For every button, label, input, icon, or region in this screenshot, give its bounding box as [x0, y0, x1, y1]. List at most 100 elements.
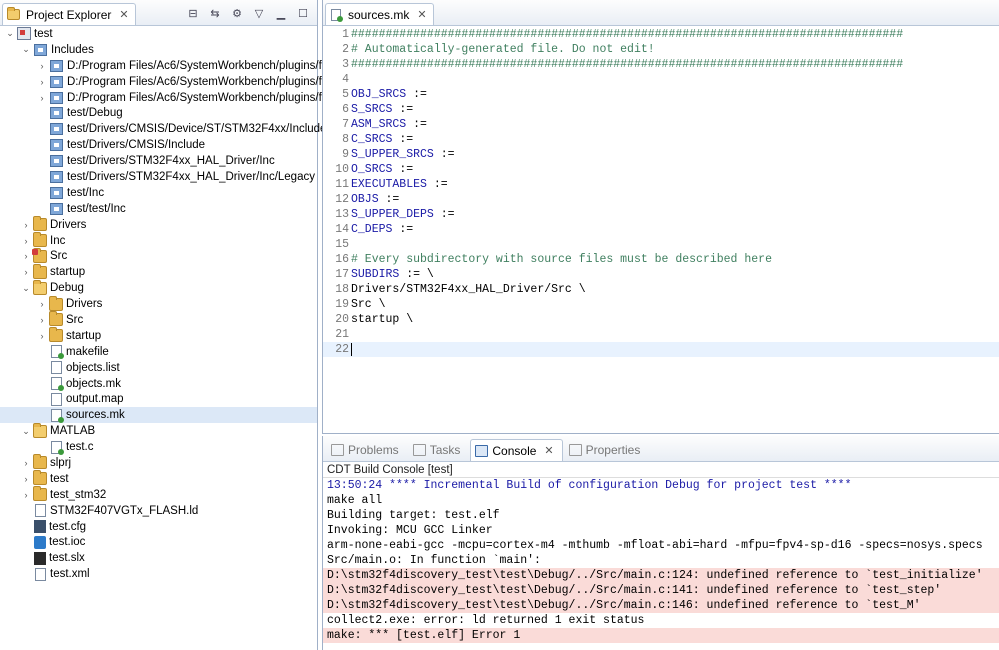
tree-item[interactable]: ⌄ Includes [0, 42, 317, 58]
include-dir-icon [50, 155, 63, 168]
code-line[interactable]: 5 OBJ_SRCS := [323, 87, 999, 102]
expanded-chevron-icon[interactable]: ⌄ [20, 44, 32, 56]
code-text: := [406, 88, 427, 101]
tree-item[interactable]: test/Inc [0, 185, 317, 201]
tree-item[interactable]: › D:/Program Files/Ac6/SystemWorkbench/pl… [0, 58, 326, 74]
expanded-chevron-icon[interactable]: ⌄ [20, 282, 32, 294]
code-line[interactable]: 22 [323, 342, 999, 357]
view-menu-icon[interactable]: ▽ [251, 5, 267, 21]
code-line[interactable]: 16 # Every subdirectory with source files… [323, 252, 999, 267]
minimize-icon[interactable]: ▁ [273, 5, 289, 21]
code-line[interactable]: 2 # Automatically-generated file. Do not … [323, 42, 999, 57]
tab-properties[interactable]: Properties [565, 439, 649, 461]
code-line[interactable]: 10 O_SRCS := [323, 162, 999, 177]
collapsed-chevron-icon[interactable]: › [20, 473, 32, 485]
tree-item[interactable]: test.c [0, 439, 317, 455]
tree-item[interactable]: test/Debug [0, 105, 317, 121]
collapsed-chevron-icon[interactable]: › [36, 330, 48, 342]
tree-item[interactable]: test.cfg [0, 519, 317, 535]
maximize-icon[interactable]: ☐ [295, 5, 311, 21]
code-editor[interactable]: 1 #######################################… [323, 27, 999, 433]
collapsed-chevron-icon[interactable]: › [20, 266, 32, 278]
tree-item[interactable]: › Drivers [0, 216, 317, 233]
code-line[interactable]: 21 [323, 327, 999, 342]
code-line[interactable]: 20 startup \ [323, 312, 999, 327]
collapsed-chevron-icon[interactable]: › [20, 457, 32, 469]
collapsed-chevron-icon[interactable]: › [20, 219, 32, 231]
close-icon[interactable]: ✕ [544, 444, 553, 457]
tree-item[interactable]: sources.mk [0, 407, 317, 424]
tree-item[interactable]: makefile [0, 344, 317, 360]
tree-item[interactable]: › D:/Program Files/Ac6/SystemWorkbench/pl… [0, 90, 326, 106]
tree-item[interactable]: output.map [0, 391, 317, 407]
project-explorer-tab[interactable]: Project Explorer ✕ [2, 3, 136, 25]
collapsed-chevron-icon[interactable]: › [36, 76, 48, 88]
collapsed-chevron-icon[interactable]: › [36, 298, 48, 310]
tree-item[interactable]: objects.mk [0, 376, 317, 392]
project-explorer-toolbar: ⊟ ⇆ ⚙ ▽ ▁ ☐ [185, 5, 311, 21]
code-line[interactable]: 12 OBJS := [323, 192, 999, 207]
editor-tab-sources-mk[interactable]: sources.mk ✕ [325, 3, 434, 25]
tree-item[interactable]: test.xml [0, 566, 317, 582]
tab-tasks[interactable]: Tasks [409, 439, 469, 461]
tree-item[interactable]: ⌄ test [0, 26, 317, 42]
link-with-editor-icon[interactable]: ⇆ [207, 5, 223, 21]
collapsed-chevron-icon[interactable]: › [20, 489, 32, 501]
tree-item[interactable]: test.slx [0, 550, 317, 566]
tree-item[interactable]: › test [0, 470, 317, 487]
tree-item[interactable]: STM32F407VGTx_FLASH.ld [0, 503, 317, 519]
code-line[interactable]: 15 [323, 237, 999, 252]
tree-item[interactable]: test.ioc [0, 535, 317, 551]
code-line[interactable]: 6 S_SRCS := [323, 102, 999, 117]
tree-item[interactable]: › slprj [0, 454, 317, 471]
tree-item[interactable]: objects.list [0, 360, 317, 376]
collapsed-chevron-icon[interactable]: › [36, 60, 48, 72]
collapse-all-icon[interactable]: ⊟ [185, 5, 201, 21]
code-line[interactable]: 1 #######################################… [323, 27, 999, 42]
expanded-chevron-icon[interactable]: ⌄ [20, 425, 32, 437]
code-line[interactable]: 14 C_DEPS := [323, 222, 999, 237]
tree-item[interactable]: › test_stm32 [0, 486, 317, 503]
code-line[interactable]: 4 [323, 72, 999, 87]
collapsed-chevron-icon[interactable]: › [20, 250, 32, 262]
tab-problems[interactable]: Problems [327, 439, 407, 461]
tree-item[interactable]: › startup [0, 263, 317, 280]
tree-item[interactable]: test/Drivers/STM32F4xx_HAL_Driver/Inc [0, 153, 317, 169]
tree-item[interactable]: test/test/Inc [0, 201, 317, 217]
close-icon[interactable]: ✕ [417, 8, 426, 21]
tree-item-label: test/Drivers/CMSIS/Include [67, 139, 206, 152]
tree-item-label: test/Drivers/CMSIS/Device/ST/STM32F4xx/I… [67, 123, 327, 136]
expanded-chevron-icon[interactable]: ⌄ [4, 28, 16, 40]
code-line[interactable]: 8 C_SRCS := [323, 132, 999, 147]
tree-item[interactable]: › D:/Program Files/Ac6/SystemWorkbench/pl… [0, 74, 326, 90]
tree-item[interactable]: › Drivers [0, 295, 317, 312]
tree-item-label: test [50, 472, 69, 485]
collapsed-chevron-icon[interactable]: › [20, 235, 32, 247]
console-title: CDT Build Console [test] [323, 462, 999, 478]
close-icon[interactable]: ✕ [119, 8, 128, 21]
collapsed-chevron-icon[interactable]: › [36, 314, 48, 326]
tree-item[interactable]: › Src [0, 311, 317, 328]
tree-item[interactable]: › Inc [0, 232, 317, 249]
collapsed-chevron-icon[interactable]: › [36, 92, 48, 104]
code-line[interactable]: 13 S_UPPER_DEPS := [323, 207, 999, 222]
console-output[interactable]: 13:50:24 **** Incremental Build of confi… [323, 478, 999, 643]
code-line[interactable]: 7 ASM_SRCS := [323, 117, 999, 132]
folder-icon [33, 454, 47, 470]
code-line[interactable]: 3 #######################################… [323, 57, 999, 72]
code-line[interactable]: 19 Src \ [323, 297, 999, 312]
code-line[interactable]: 9 S_UPPER_SRCS := [323, 147, 999, 162]
tree-item[interactable]: test/Drivers/CMSIS/Include [0, 137, 317, 153]
filter-icon[interactable]: ⚙ [229, 5, 245, 21]
tree-item[interactable]: › Src [0, 247, 317, 264]
code-line[interactable]: 11 EXECUTABLES := [323, 177, 999, 192]
tree-item[interactable]: ⌄ MATLAB [0, 422, 317, 439]
code-line[interactable]: 17 SUBDIRS := \ [323, 267, 999, 282]
tab-console[interactable]: Console ✕ [470, 439, 563, 461]
code-line[interactable]: 18 Drivers/STM32F4xx_HAL_Driver/Src \ [323, 282, 999, 297]
tree-item[interactable]: ⌄ Debug [0, 279, 317, 296]
tree-item[interactable]: test/Drivers/CMSIS/Device/ST/STM32F4xx/I… [0, 121, 326, 137]
tree-item[interactable]: test/Drivers/STM32F4xx_HAL_Driver/Inc/Le… [0, 169, 317, 185]
tree-item[interactable]: › startup [0, 327, 317, 344]
